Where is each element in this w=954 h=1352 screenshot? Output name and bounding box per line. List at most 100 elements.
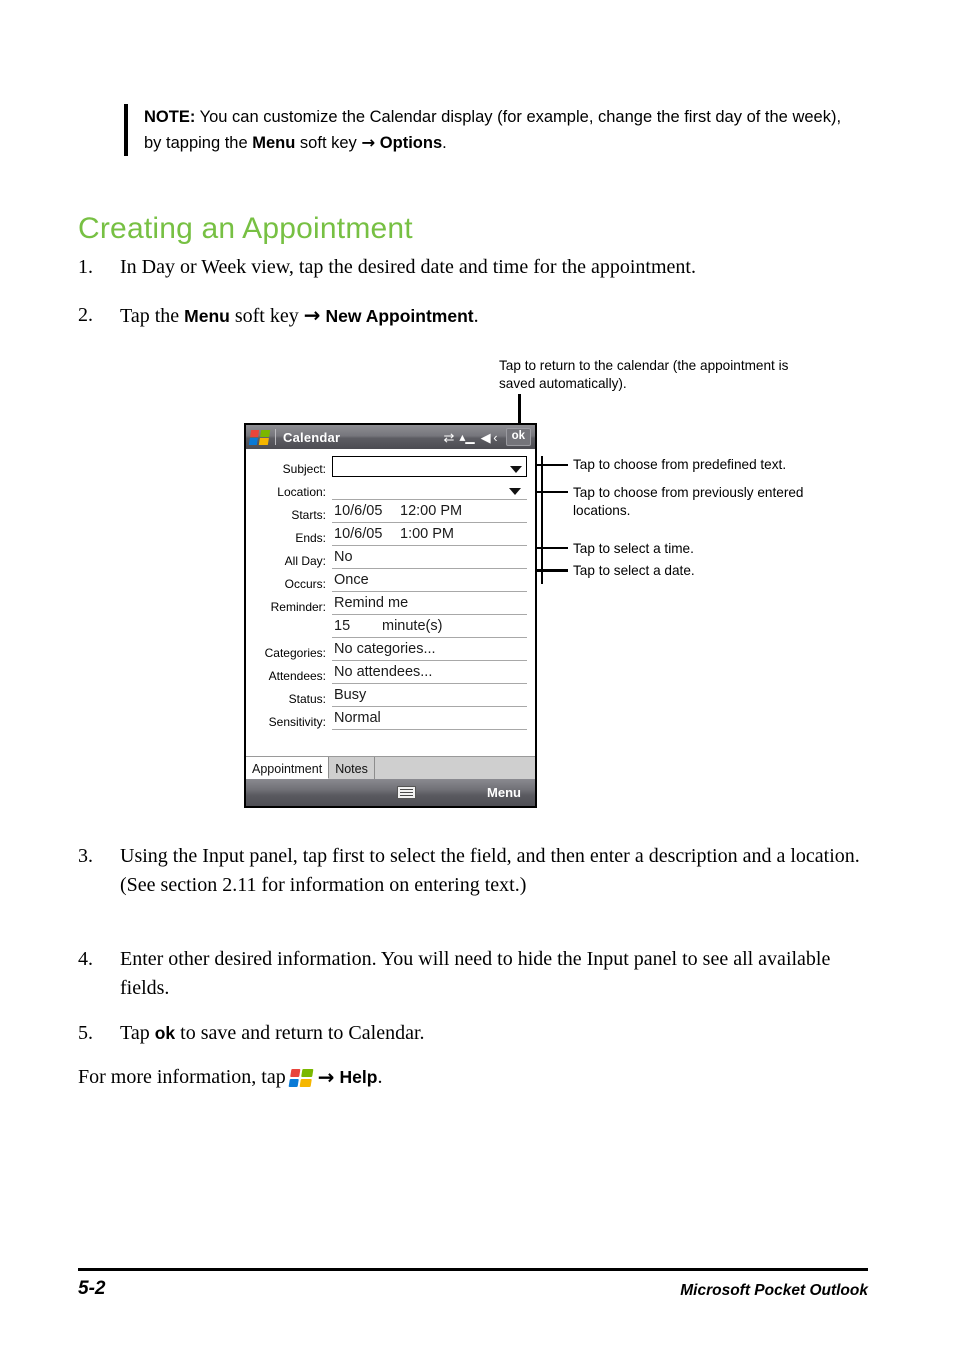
- pda-title-bar: Calendar ⇄ ▴▁ ◀ ‹ ok: [246, 425, 535, 449]
- field-label: Subject:: [282, 462, 326, 476]
- callout-select-time: Tap to select a time.: [573, 541, 694, 556]
- note-text-2: soft key: [295, 134, 362, 152]
- starts-time[interactable]: 12:00 PM: [400, 503, 462, 520]
- tab-appointment[interactable]: Appointment: [246, 757, 330, 779]
- location-input[interactable]: [332, 480, 527, 500]
- tab-filler: [374, 757, 535, 779]
- list-item-text: Tap the Menu soft key → New Appointment.: [120, 301, 479, 331]
- step5-text-2: to save and return to Calendar.: [175, 1022, 425, 1044]
- pda-tab-bar: Appointment Notes: [246, 756, 535, 779]
- step1-text: In Day or Week view, tap the desired dat…: [120, 256, 696, 278]
- field-row-reminder-interval: 15 minute(s): [246, 615, 527, 638]
- step2-bold-menu: Menu: [184, 306, 230, 326]
- callout-locations: Tap to choose from previously entered lo…: [573, 485, 804, 518]
- leader-line-spine: [541, 456, 543, 584]
- step5-bold-ok: ok: [154, 1023, 176, 1043]
- signal-strength-icon[interactable]: ▴▁: [459, 431, 474, 443]
- footer-book-title: Microsoft Pocket Outlook: [680, 1282, 868, 1299]
- connectivity-icon[interactable]: ⇄: [443, 431, 454, 444]
- input-panel-keyboard-icon[interactable]: [397, 786, 417, 799]
- field-row-all-day: All Day: No: [246, 546, 527, 569]
- field-row-sensitivity: Sensitivity: Normal: [246, 707, 527, 730]
- list-item-number: 2.: [78, 304, 93, 326]
- step2-text-1: Tap the: [120, 305, 185, 327]
- sensitivity-value[interactable]: Normal: [332, 710, 527, 730]
- arrow-icon: →: [361, 133, 376, 152]
- closing-text-1: For more information, tap: [78, 1066, 286, 1088]
- footer-rule: [78, 1268, 868, 1271]
- field-label: Location:: [277, 485, 326, 499]
- list-item-text: Using the Input panel, tap first to sele…: [120, 845, 860, 896]
- ends-date[interactable]: 10/6/05: [334, 526, 400, 543]
- list-item-text: Tap ok to save and return to Calendar.: [120, 1019, 425, 1048]
- closing-text-2: .: [377, 1066, 383, 1088]
- list-item: 1. In Day or Week view, tap the desired …: [78, 253, 868, 282]
- pda-status-icons: ⇄ ▴▁ ◀ ‹ ok: [443, 425, 533, 449]
- reminder-value[interactable]: Remind me: [332, 595, 527, 615]
- note-bold-options: Options: [379, 134, 443, 152]
- ends-value[interactable]: 10/6/05 1:00 PM: [332, 526, 527, 546]
- status-value[interactable]: Busy: [332, 687, 527, 707]
- attendees-value[interactable]: No attendees...: [332, 664, 527, 684]
- windows-start-flag-icon[interactable]: [248, 429, 271, 445]
- callout-predefined-text: Tap to choose from predefined text.: [573, 457, 787, 472]
- field-row-reminder: Reminder: Remind me: [246, 592, 527, 615]
- list-item-text: Enter other desired information. You wil…: [120, 948, 831, 999]
- occurs-value[interactable]: Once: [332, 572, 527, 592]
- step5-text-1: Tap: [120, 1022, 155, 1044]
- windows-start-flag-icon: [288, 1068, 314, 1087]
- all-day-value[interactable]: No: [332, 549, 527, 569]
- field-label: Occurs:: [284, 577, 326, 591]
- arrow-icon: →: [303, 303, 321, 327]
- starts-date[interactable]: 10/6/05: [334, 503, 400, 520]
- field-label: Attendees:: [268, 669, 326, 683]
- step2-text-2: soft key: [229, 305, 304, 327]
- field-label: Ends:: [295, 531, 326, 545]
- document-page: NOTE: You can customize the Calendar dis…: [0, 0, 954, 1352]
- note-text-1: You can customize the Calendar display (…: [144, 108, 842, 152]
- dropdown-caret-icon[interactable]: [510, 466, 522, 473]
- pda-menu-bar: Menu: [246, 779, 535, 806]
- list-item: 3. Using the Input panel, tap first to s…: [78, 842, 868, 900]
- field-row-attendees: Attendees: No attendees...: [246, 661, 527, 684]
- field-row-location: Location:: [246, 477, 527, 500]
- arrow-icon: →: [317, 1065, 335, 1089]
- note-label: NOTE:: [144, 108, 196, 126]
- volume-icon[interactable]: ◀ ‹: [481, 431, 498, 444]
- menu-soft-key[interactable]: Menu: [487, 785, 521, 800]
- field-label: Status:: [288, 692, 326, 706]
- list-item: 4. Enter other desired information. You …: [78, 945, 868, 1003]
- reminder-number[interactable]: 15: [334, 618, 382, 635]
- divider: [275, 429, 276, 445]
- starts-value[interactable]: 10/6/05 12:00 PM: [332, 503, 527, 523]
- closing-paragraph: For more information, tap → Help.: [78, 1063, 868, 1092]
- pda-window-title: Calendar: [283, 429, 341, 445]
- field-label: Categories:: [264, 646, 326, 660]
- list-item-number: 1.: [78, 256, 93, 278]
- pda-screenshot: Calendar ⇄ ▴▁ ◀ ‹ ok Subject: Location:: [244, 423, 537, 808]
- list-item-text: In Day or Week view, tap the desired dat…: [120, 253, 696, 282]
- page-number: 5-2: [78, 1278, 106, 1299]
- field-row-categories: Categories: No categories...: [246, 638, 527, 661]
- ends-time[interactable]: 1:00 PM: [400, 526, 454, 543]
- field-row-starts: Starts: 10/6/05 12:00 PM: [246, 500, 527, 523]
- field-row-status: Status: Busy: [246, 684, 527, 707]
- field-label: Sensitivity:: [268, 715, 326, 729]
- tab-notes[interactable]: Notes: [329, 757, 375, 779]
- subject-input[interactable]: [332, 456, 527, 477]
- closing-bold-help: Help: [339, 1067, 378, 1087]
- page-title: Creating an Appointment: [78, 212, 413, 246]
- list-item-number: 5.: [78, 1022, 93, 1044]
- ok-button[interactable]: ok: [505, 427, 531, 447]
- reminder-unit[interactable]: minute(s): [382, 618, 442, 634]
- field-label: Starts:: [291, 508, 326, 522]
- field-row-ends: Ends: 10/6/05 1:00 PM: [246, 523, 527, 546]
- dropdown-caret-icon[interactable]: [509, 488, 521, 495]
- categories-value[interactable]: No categories...: [332, 641, 527, 661]
- list-item: 2. Tap the Menu soft key → New Appointme…: [78, 301, 868, 331]
- note-text-3: .: [442, 134, 447, 152]
- field-label: All Day:: [284, 554, 326, 568]
- field-row-occurs: Occurs: Once: [246, 569, 527, 592]
- reminder-interval-value[interactable]: 15 minute(s): [332, 618, 527, 638]
- field-label: Reminder:: [270, 600, 326, 614]
